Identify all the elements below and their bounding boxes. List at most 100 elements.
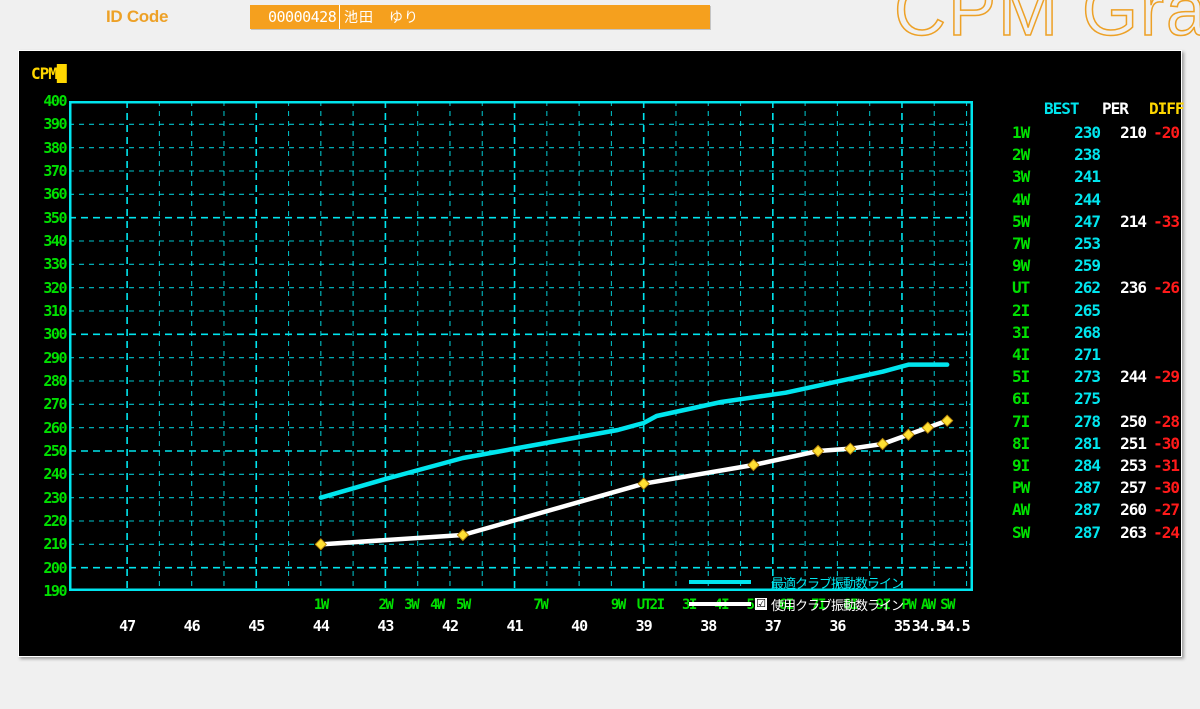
table-cell-per: 263 (1120, 522, 1147, 542)
table-cell-best: 275 (1074, 389, 1101, 409)
table-cell-best: 287 (1074, 522, 1101, 542)
x-axis-club-label: 7W (533, 597, 548, 613)
y-axis-tick-label: 220 (43, 512, 67, 530)
y-axis-tick-label: 200 (43, 558, 67, 577)
table-cell-best: 287 (1074, 500, 1101, 520)
y-axis-tick-label: 380 (43, 138, 67, 157)
table-cell-per: 250 (1120, 411, 1147, 431)
id-code-label: ID Code (106, 7, 169, 26)
x-axis-length-label: 37 (764, 617, 782, 635)
y-axis-tick-label: 290 (43, 348, 67, 367)
table-row[interactable]: UT 262 236 -26 (1004, 278, 1180, 300)
table-cell-per: 244 (1120, 367, 1147, 387)
x-axis-length-label: 46 (183, 617, 201, 635)
table-cell-best: 238 (1074, 145, 1101, 165)
table-row[interactable]: 5W 247 214 -33 (1004, 211, 1180, 234)
table-cell-diff: -28 (1153, 411, 1180, 431)
y-axis-tick-label: 280 (43, 372, 67, 390)
table-row[interactable]: 3I 268 (1004, 323, 1179, 345)
table-cell-per: 236 (1120, 278, 1147, 298)
table-cell-per: 214 (1120, 211, 1147, 231)
y-axis-tick-label: 320 (43, 278, 67, 297)
table-cell-club: SW (1012, 522, 1030, 542)
x-axis-club-label: SW (940, 597, 955, 613)
table-row[interactable]: 5I 273 244 -29 (1004, 367, 1180, 389)
table-row[interactable]: PW 287 257 -30 (1004, 478, 1180, 500)
legend-item-optimal[interactable]: 最適クラブ振動数ライン (689, 571, 929, 593)
table-row[interactable]: 1W 230 210 -20 (1004, 123, 1180, 145)
chart-legend: 最適クラブ振動数ライン ☑ 使用クラブ振動数ライン (689, 571, 929, 619)
optimal-line-label: 最適クラブ振動数ライン (771, 576, 904, 592)
table-cell-diff: -20 (1153, 123, 1180, 142)
table-cell-per: 257 (1120, 478, 1147, 498)
x-axis-club-label: 3W (404, 597, 419, 613)
table-cell-club: 5I (1012, 367, 1030, 387)
table-cell-diff: -30 (1153, 478, 1180, 498)
chart-area: 400 390 380 370 360 350 340 330 320 310 300 290 280 2… (43, 92, 973, 635)
used-line-swatch (689, 602, 751, 606)
id-number-input[interactable]: 00000428 (250, 5, 339, 29)
table-cell-club: 4W (1012, 189, 1030, 209)
cpm-text: CPM (31, 64, 58, 83)
x-axis-length-label: 44 (312, 617, 330, 635)
table-row[interactable]: 9I 284 253 -31 (1004, 456, 1180, 478)
table-cell-diff: -29 (1153, 367, 1180, 387)
y-axis-tick-label: 300 (43, 325, 67, 344)
table-cell-best: 281 (1074, 433, 1101, 453)
table-row[interactable]: 6I 275 (1004, 389, 1179, 411)
table-cell-club: 6I (1012, 389, 1030, 409)
table-cell-club: UT (1012, 278, 1030, 298)
cpm-line-plot (69, 101, 973, 591)
table-cell-best: 278 (1074, 411, 1101, 431)
table-row[interactable]: 3W 241 (1004, 167, 1179, 189)
table-cell-best: 230 (1074, 123, 1101, 142)
x-axis-length-labels: 47 46 45 44 43 42 41 40 39 38 37 36 35 34.5 34.5 (69, 617, 973, 637)
x-axis-length-label: 41 (506, 617, 524, 635)
table-cell-per: 260 (1120, 500, 1147, 520)
legend-item-used[interactable]: ☑ 使用クラブ振動数ライン (689, 593, 929, 615)
chart-panel: CPM█ 400 390 380 370 360 350 340 330 320 310 300 29… (18, 50, 1185, 657)
y-axis-tick-label: 270 (43, 395, 67, 414)
table-row[interactable]: 2W 238 (1004, 145, 1179, 167)
table-cell-diff: -31 (1153, 456, 1180, 475)
table-header-diff: DIFF (1149, 99, 1185, 118)
id-code-field-group[interactable]: 00000428 池田 ゆり (250, 5, 710, 29)
table-row[interactable]: 2I 265 (1004, 301, 1179, 323)
table-cell-per: 253 (1120, 456, 1147, 475)
table-cell-diff: -27 (1153, 500, 1180, 520)
table-cell-club: 9I (1012, 456, 1030, 475)
table-cell-club: AW (1012, 500, 1030, 520)
table-cell-best: 244 (1074, 189, 1101, 209)
table-row[interactable]: 4W 244 (1004, 190, 1179, 212)
table-header-best: BEST (1044, 99, 1080, 118)
x-axis-club-label: 4W (430, 597, 445, 613)
table-cell-best: 287 (1074, 478, 1101, 498)
y-axis-tick-label: 210 (43, 535, 67, 554)
table-cell-club: 8I (1012, 433, 1030, 453)
x-axis-club-label: 2W (378, 597, 393, 613)
y-axis-ticks: 400 390 380 370 360 350 340 330 320 310 300 290 280 2… (24, 92, 68, 600)
table-cell-club: PW (1012, 478, 1030, 498)
table-cell-club: 7I (1012, 411, 1030, 431)
table-row[interactable]: 7W 253 (1004, 234, 1179, 256)
x-axis-length-label: 36 (829, 617, 846, 635)
table-row[interactable]: AW 287 260 -27 (1004, 500, 1180, 522)
x-axis-length-label: 42 (441, 617, 459, 635)
table-cell-diff: -30 (1153, 433, 1180, 453)
y-axis-tick-label: 260 (43, 418, 67, 437)
table-row[interactable]: 7I 278 250 -28 (1004, 411, 1180, 434)
table-row[interactable]: SW 287 263 -24 (1004, 522, 1180, 545)
table-row[interactable]: 8I 281 251 -30 (1004, 433, 1180, 456)
used-line-checkbox[interactable]: ☑ (755, 598, 767, 610)
customer-name-input[interactable]: 池田 ゆり (339, 5, 421, 29)
cpm-results-table: BEST PER DIFF 1W 230 210 -20 2W 238 3W 241 4W 244… (1004, 99, 1185, 609)
table-cell-best: 284 (1074, 456, 1101, 475)
x-axis-length-label: 34.5 (937, 617, 971, 635)
table-cell-per: 210 (1120, 123, 1147, 142)
table-cell-best: 271 (1074, 345, 1101, 364)
table-row[interactable]: 4I 271 (1004, 345, 1179, 367)
y-axis-tick-label: 240 (43, 465, 67, 484)
table-row[interactable]: 9W 259 (1004, 256, 1179, 278)
table-cell-diff: -24 (1153, 522, 1180, 542)
y-axis-tick-label: 310 (43, 302, 67, 320)
